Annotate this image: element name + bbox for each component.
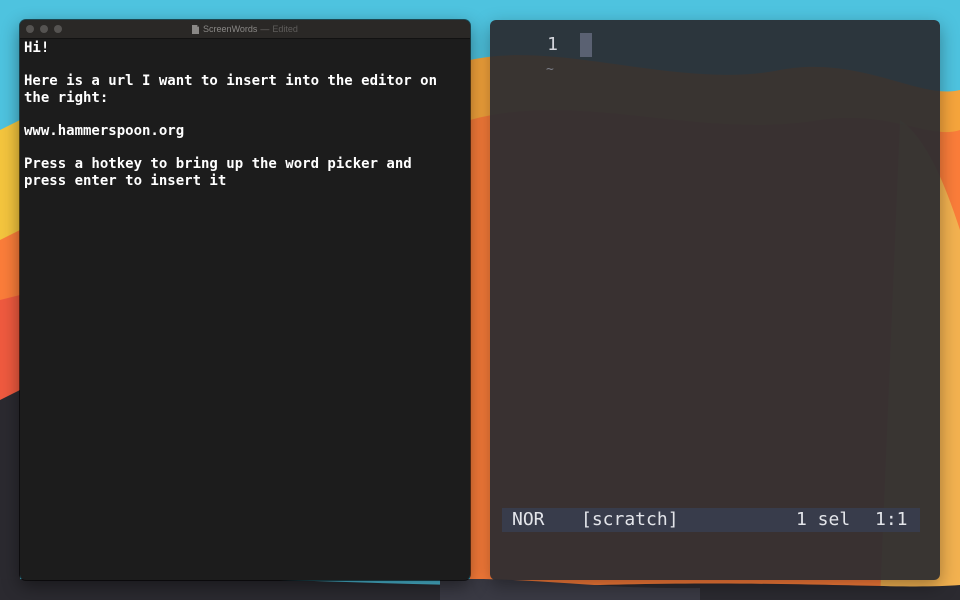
editor-mode: NOR (512, 509, 545, 530)
document-text-area[interactable]: Hi! Here is a url I want to insert into … (24, 40, 464, 189)
selection-count: 1 sel (796, 509, 851, 530)
window-title-separator: — (260, 24, 270, 34)
document-line: press enter to insert it (24, 172, 227, 189)
document-line: Hi! (24, 40, 50, 56)
status-line: NOR [scratch] 1 sel 1:1 (502, 508, 920, 532)
document-icon (192, 24, 200, 34)
line-number: 1 (547, 34, 558, 55)
document-line: the right: (24, 89, 109, 106)
window-title: ScreenWords (203, 24, 258, 34)
text-cursor[interactable] (580, 33, 592, 57)
window-title-group: ScreenWords — Edited (20, 20, 470, 38)
document-line: Here is a url I want to insert into the … (24, 73, 438, 90)
buffer-name: [scratch] (581, 509, 679, 530)
document-line: www.hammerspoon.org (24, 122, 185, 139)
document-line: Press a hotkey to bring up the word pick… (24, 156, 412, 173)
cursor-position: 1:1 (875, 509, 908, 530)
document-status: Edited (272, 24, 298, 34)
editor-window[interactable]: 1 ~ NOR [scratch] 1 sel 1:1 (490, 20, 940, 580)
window-titlebar[interactable]: ScreenWords — Edited (20, 20, 470, 39)
desktop: ScreenWords — Edited Hi! Here is a url I… (0, 0, 960, 600)
empty-line-marker: ~ (546, 62, 554, 77)
textedit-window[interactable]: ScreenWords — Edited Hi! Here is a url I… (20, 20, 470, 580)
